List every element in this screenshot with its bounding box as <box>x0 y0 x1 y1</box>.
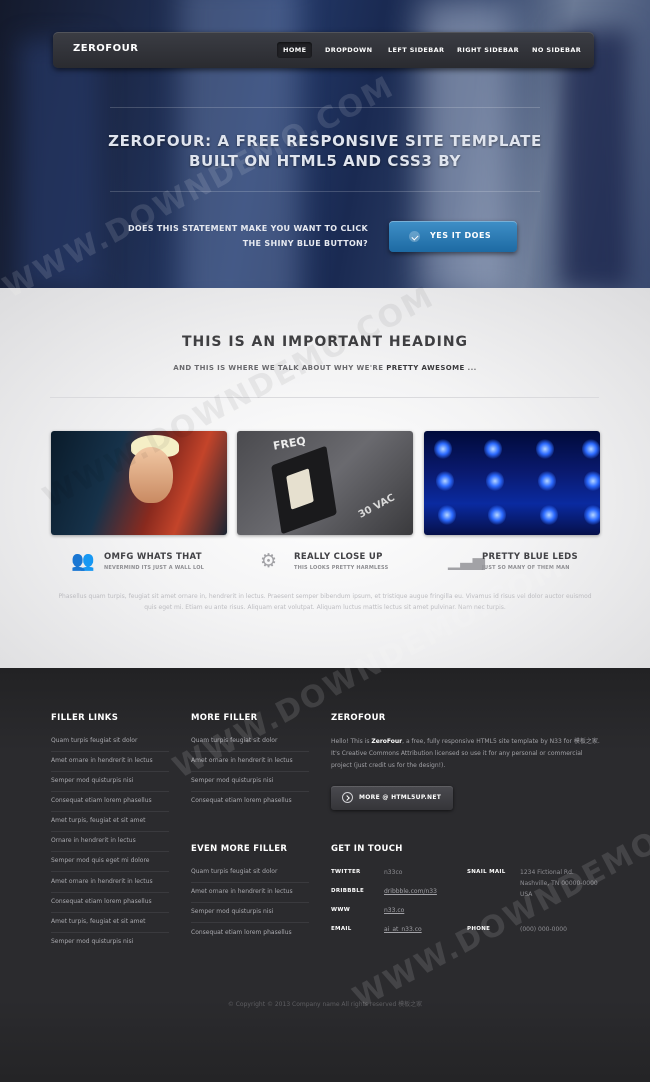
site-logo[interactable]: ZEROFOUR <box>73 43 138 54</box>
www-link[interactable]: n33.co <box>384 905 404 916</box>
nav-left-sidebar[interactable]: LEFT SIDEBAR <box>382 42 450 58</box>
check-icon <box>409 231 420 242</box>
main-section: THIS IS AN IMPORTANT HEADING AND THIS IS… <box>0 288 650 668</box>
nav-right-sidebar[interactable]: RIGHT SIDEBAR <box>451 42 525 58</box>
bar-chart-icon: ▁▃▅ <box>448 551 485 570</box>
email-label: EMAIL <box>331 926 352 932</box>
email-link[interactable]: ai_at_n33.co <box>384 924 422 935</box>
feature-title: PRETTY BLUE LEDS <box>482 552 578 562</box>
footer-link[interactable]: Amet turpis, feugiat et sit amet <box>51 817 146 825</box>
footer-link[interactable]: Consequat etiam lorem phasellus <box>51 898 152 906</box>
footer-link[interactable]: Amet ornare in hendrerit in lectus <box>51 878 153 886</box>
hero-title: ZEROFOUR: A FREE RESPONSIVE SITE TEMPLAT… <box>108 132 542 170</box>
thumbnail-man[interactable] <box>51 431 227 535</box>
nav-home[interactable]: HOME <box>277 42 313 58</box>
dribbble-label: DRIBBBLE <box>331 888 365 894</box>
www-label: WWW <box>331 907 351 913</box>
main-subheading: AND THIS IS WHERE WE TALK ABOUT WHY WE'R… <box>173 364 477 372</box>
feature-subtitle: NEVERMIND ITS JUST A WALL LOL <box>104 565 205 571</box>
footer-link[interactable]: Semper mod quisturpis nisi <box>191 777 273 785</box>
more-html5up-button[interactable]: MORE @ HTML5UP.NET <box>331 786 453 810</box>
even-more-filler-heading: EVEN MORE FILLER <box>191 844 288 854</box>
footer-link[interactable]: Quam turpis feugiat sit dolor <box>191 868 277 876</box>
feature-title: REALLY CLOSE UP <box>294 552 383 562</box>
users-icon: 👥 <box>71 550 95 572</box>
twitter-label: TWITTER <box>331 869 361 875</box>
footer-link[interactable]: Quam turpis feugiat sit dolor <box>51 737 137 745</box>
yes-it-does-button[interactable]: YES IT DOES <box>389 221 517 252</box>
footer-link[interactable]: Ornare in hendrerit in lectus <box>51 837 136 845</box>
main-paragraph: Phasellus quam turpis, feugiat sit amet … <box>58 593 592 611</box>
filler-links-heading: FILLER LINKS <box>51 713 119 723</box>
feature-title: OMFG WHATS THAT <box>104 552 202 562</box>
thumbnail-blue-leds[interactable] <box>424 431 600 535</box>
footer-link[interactable]: Semper mod quis eget mi dolore <box>51 857 149 865</box>
hero-question: DOES THIS STATEMENT MAKE YOU WANT TO CLI… <box>127 224 368 248</box>
footer-link[interactable]: Amet ornare in hendrerit in lectus <box>191 757 293 765</box>
thumbnail-closeup[interactable]: FREQ 30 VAC <box>237 431 413 535</box>
footer-link[interactable]: Consequat etiam lorem phasellus <box>191 797 292 805</box>
snail-mail-value: 1234 Fictional Rd. Nashville, TN 00000-0… <box>520 869 598 898</box>
footer-link[interactable]: Semper mod quisturpis nisi <box>51 938 133 946</box>
footer-link[interactable]: Amet ornare in hendrerit in lectus <box>51 757 153 765</box>
footer-link[interactable]: Consequat etiam lorem phasellus <box>191 929 292 937</box>
about-heading: ZEROFOUR <box>331 713 386 723</box>
nav-dropdown[interactable]: DROPDOWN <box>319 42 378 58</box>
main-divider <box>50 397 599 398</box>
more-filler-heading: MORE FILLER <box>191 713 258 723</box>
phone-value: (000) 000-0000 <box>520 926 567 933</box>
dribbble-link[interactable]: dribbble.com/n33 <box>384 886 437 897</box>
footer-link[interactable]: Consequat etiam lorem phasellus <box>51 797 152 805</box>
navbar: ZEROFOUR HOME DROPDOWN LEFT SIDEBAR RIGH… <box>53 32 594 68</box>
copyright: © Copyright © 2013 Company name All righ… <box>227 1001 423 1008</box>
phone-label: PHONE <box>467 926 491 932</box>
main-heading: THIS IS AN IMPORTANT HEADING <box>181 334 469 350</box>
footer-link[interactable]: Amet ornare in hendrerit in lectus <box>191 888 293 896</box>
nav-no-sidebar[interactable]: NO SIDEBAR <box>526 42 587 58</box>
twitter-value: n33co <box>384 869 403 876</box>
snail-mail-label: SNAIL MAIL <box>467 869 506 875</box>
hero-divider-top <box>110 107 540 108</box>
footer-link[interactable]: Amet turpis, feugiat et sit amet <box>51 918 146 926</box>
feature-subtitle: THIS LOOKS PRETTY HARMLESS <box>294 565 389 571</box>
arrow-right-icon <box>342 792 353 803</box>
about-text: Hello! This is ZeroFour, a free, fully r… <box>331 738 600 769</box>
footer-link[interactable]: Semper mod quisturpis nisi <box>51 777 133 785</box>
feature-subtitle: JUST SO MANY OF THEM MAN <box>482 565 570 571</box>
footer-link[interactable]: Quam turpis feugiat sit dolor <box>191 737 277 745</box>
hero-banner: ZEROFOUR HOME DROPDOWN LEFT SIDEBAR RIGH… <box>0 0 650 288</box>
hero-divider-bottom <box>110 191 540 192</box>
footer-link[interactable]: Semper mod quisturpis nisi <box>191 908 273 916</box>
get-in-touch-heading: GET IN TOUCH <box>331 844 403 854</box>
gear-icon: ⚙ <box>260 550 278 572</box>
